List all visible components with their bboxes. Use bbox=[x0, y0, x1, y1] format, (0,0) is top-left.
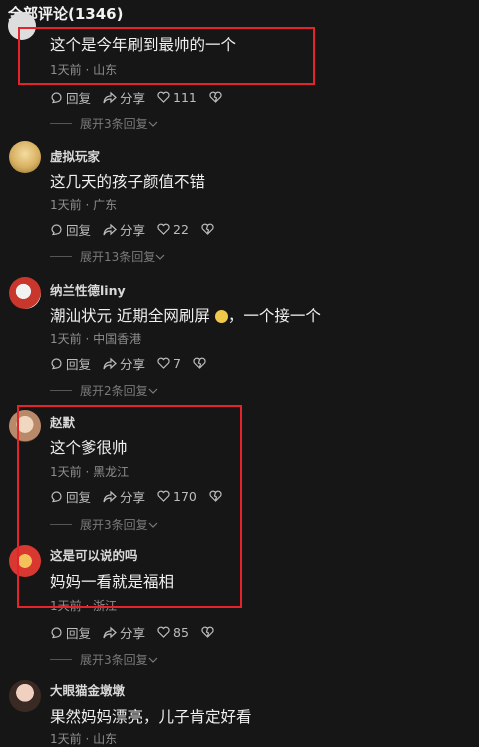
reply-icon bbox=[51, 223, 62, 235]
chevron-down-icon bbox=[148, 388, 158, 394]
share-icon bbox=[103, 223, 117, 235]
highlight-box bbox=[18, 27, 315, 85]
share-button[interactable]: 分享 bbox=[103, 220, 145, 239]
broken-heart-icon bbox=[209, 91, 222, 103]
heart-icon bbox=[157, 626, 170, 638]
chevron-down-icon bbox=[155, 254, 165, 260]
smiley-emoji-icon bbox=[214, 310, 228, 323]
avatar[interactable] bbox=[9, 680, 41, 712]
dislike-button[interactable] bbox=[193, 357, 209, 369]
avatar[interactable] bbox=[9, 277, 41, 309]
comment-actions: 回复 分享 7 bbox=[50, 354, 221, 372]
share-button[interactable]: 分享 bbox=[103, 623, 145, 642]
chevron-down-icon bbox=[148, 121, 158, 127]
broken-heart-icon bbox=[193, 357, 206, 369]
heart-icon bbox=[157, 357, 170, 369]
comment-meta: 1天前 · 山东 bbox=[50, 732, 118, 746]
comment-meta: 1天前 · 中国香港 bbox=[50, 332, 142, 346]
share-icon bbox=[103, 626, 117, 638]
reply-icon bbox=[51, 357, 62, 369]
reply-icon bbox=[51, 626, 62, 638]
expand-replies[interactable]: 展开2条回复 bbox=[50, 382, 158, 399]
heart-icon bbox=[157, 91, 170, 103]
heart-icon bbox=[157, 223, 170, 235]
reply-icon bbox=[51, 91, 62, 103]
expand-replies[interactable]: 展开3条回复 bbox=[50, 115, 158, 132]
share-button[interactable]: 分享 bbox=[103, 354, 145, 373]
reply-button[interactable]: 回复 bbox=[50, 623, 91, 642]
comment-text: 这几天的孩子颜值不错 bbox=[50, 173, 206, 191]
dislike-button[interactable] bbox=[201, 626, 217, 638]
reply-button[interactable]: 回复 bbox=[50, 88, 91, 107]
like-button[interactable]: 111 bbox=[157, 90, 197, 105]
share-icon bbox=[103, 357, 117, 369]
reply-button[interactable]: 回复 bbox=[50, 220, 91, 239]
share-icon bbox=[103, 91, 117, 103]
like-button[interactable]: 85 bbox=[157, 625, 189, 640]
comment-actions: 回复 分享 111 bbox=[50, 88, 237, 106]
comment-actions: 回复 分享 22 bbox=[50, 220, 229, 238]
chevron-down-icon bbox=[148, 657, 158, 663]
like-button[interactable]: 22 bbox=[157, 222, 189, 237]
comment-actions: 回复 分享 85 bbox=[50, 623, 229, 641]
dislike-button[interactable] bbox=[201, 223, 217, 235]
username[interactable]: 纳兰性德liny bbox=[50, 280, 126, 299]
highlight-box bbox=[17, 405, 242, 608]
expand-replies[interactable]: 展开13条回复 bbox=[50, 248, 165, 265]
comment-text: 果然妈妈漂亮，儿子肯定好看 bbox=[50, 708, 252, 726]
comment-text: 潮汕状元 近期全网刷屏 ，一个接一个 bbox=[50, 307, 321, 325]
like-button[interactable]: 7 bbox=[157, 356, 181, 371]
broken-heart-icon bbox=[201, 626, 214, 638]
expand-replies[interactable]: 展开3条回复 bbox=[50, 651, 158, 668]
reply-button[interactable]: 回复 bbox=[50, 354, 91, 373]
avatar[interactable] bbox=[9, 141, 41, 173]
dislike-button[interactable] bbox=[209, 91, 225, 103]
comment-meta: 1天前 · 广东 bbox=[50, 198, 118, 212]
share-button[interactable]: 分享 bbox=[103, 88, 145, 107]
broken-heart-icon bbox=[201, 223, 214, 235]
username[interactable]: 大眼猫金墩墩 bbox=[50, 680, 125, 699]
username[interactable]: 虚拟玩家 bbox=[50, 146, 100, 165]
